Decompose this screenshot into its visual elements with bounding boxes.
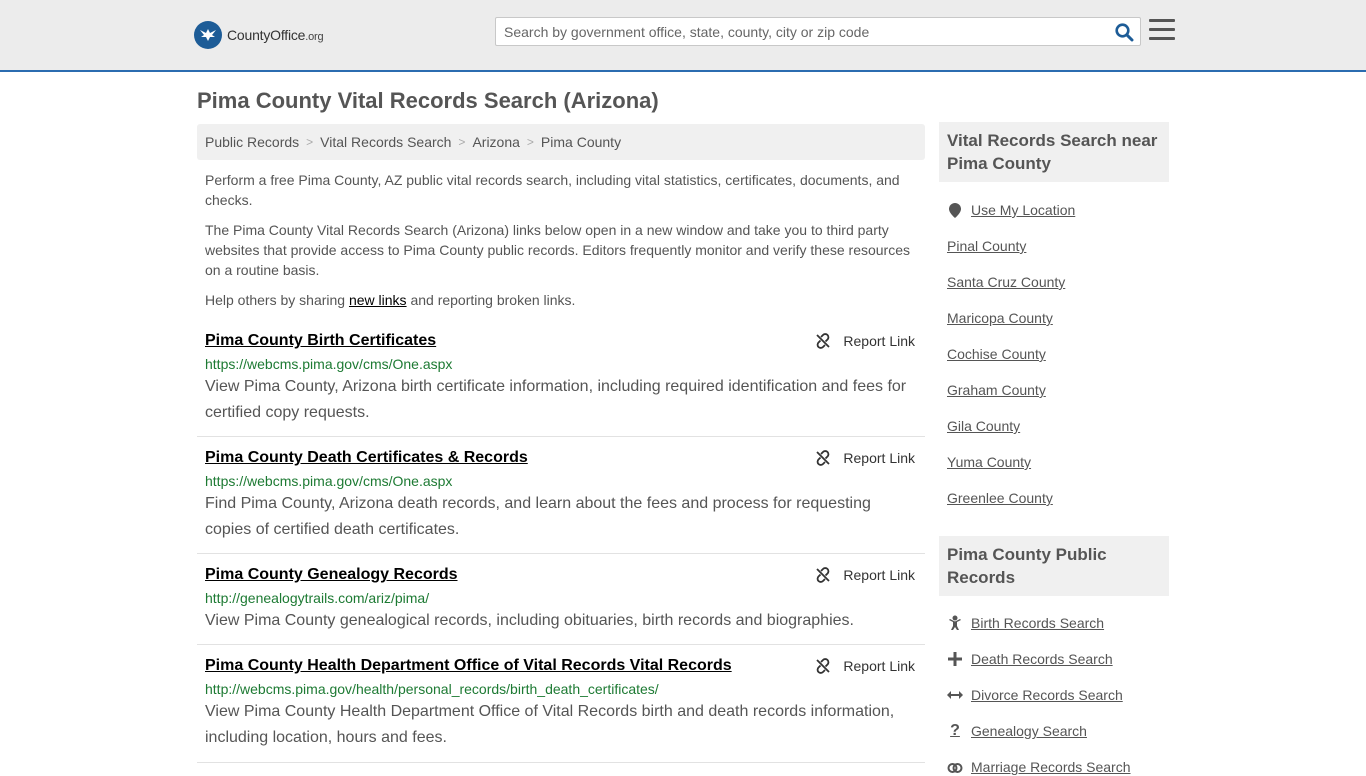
divorce-records-link[interactable]: Divorce Records Search (947, 686, 1123, 704)
new-links-link[interactable]: new links (349, 292, 407, 308)
nearby-county-link[interactable]: Gila County (947, 417, 1020, 435)
result-item: Pima County Birth Certificates Report Li… (197, 330, 925, 437)
breadcrumb-separator: > (306, 135, 314, 149)
result-url: https://webcms.pima.gov/cms/One.aspx (205, 356, 453, 372)
nearby-county-link[interactable]: Cochise County (947, 345, 1046, 363)
site-header: CountyOffice.org (0, 0, 1366, 72)
result-title-link[interactable]: Pima County Genealogy Records (205, 564, 458, 586)
genealogy-search-link[interactable]: ? Genealogy Search (947, 722, 1087, 740)
result-url: http://genealogytrails.com/ariz/pima/ (205, 590, 430, 606)
breadcrumb-separator: > (526, 135, 534, 149)
rings-icon (947, 759, 963, 775)
nearby-county-link[interactable]: Graham County (947, 381, 1046, 399)
result-description: View Pima County Health Department Offic… (205, 703, 895, 746)
use-my-location-link[interactable]: Use My Location (947, 201, 1075, 219)
disclaimer-paragraph: The Pima County Vital Records Search (Ar… (205, 222, 910, 278)
result-url: https://webcms.pima.gov/cms/One.aspx (205, 473, 453, 489)
birth-records-link[interactable]: Birth Records Search (947, 614, 1104, 632)
broken-link-icon (816, 333, 831, 349)
result-description: Find Pima County, Arizona death records,… (205, 495, 871, 538)
nearby-county-link[interactable]: Santa Cruz County (947, 273, 1065, 291)
death-records-link[interactable]: Death Records Search (947, 650, 1113, 668)
hamburger-menu-icon[interactable] (1149, 19, 1175, 43)
share-paragraph: Help others by sharing new links and rep… (205, 292, 576, 308)
result-item: Pima County Death Certificates & Records… (197, 447, 925, 554)
report-link-button[interactable]: Report Link (815, 330, 915, 352)
nearby-county-link[interactable]: Pinal County (947, 237, 1026, 255)
breadcrumb: Public Records > Vital Records Search > … (197, 124, 925, 160)
logo-text: CountyOffice.org (227, 27, 324, 43)
search-bar (495, 17, 1141, 46)
marriage-records-link[interactable]: Marriage Records Search (947, 758, 1131, 776)
site-logo[interactable]: CountyOffice.org (194, 20, 324, 50)
nearby-county-link[interactable]: Yuma County (947, 453, 1031, 471)
page-title: Pima County Vital Records Search (Arizon… (197, 88, 659, 113)
result-description: View Pima County, Arizona birth certific… (205, 378, 907, 421)
report-link-button[interactable]: Report Link (815, 564, 915, 586)
nearby-county-link[interactable]: Greenlee County (947, 489, 1053, 507)
broken-link-icon (816, 450, 831, 466)
report-link-button[interactable]: Report Link (815, 447, 915, 469)
arrows-horizontal-icon (947, 687, 963, 703)
breadcrumb-arizona[interactable]: Arizona (472, 134, 519, 150)
broken-link-icon (816, 658, 831, 674)
search-input[interactable] (496, 18, 1106, 45)
report-link-button[interactable]: Report Link (815, 655, 915, 677)
result-url: http://webcms.pima.gov/health/personal_r… (205, 681, 659, 697)
breadcrumb-public-records[interactable]: Public Records (205, 134, 299, 150)
breadcrumb-vital-records-search[interactable]: Vital Records Search (320, 134, 451, 150)
baby-icon (947, 615, 963, 631)
result-title-link[interactable]: Pima County Health Department Office of … (205, 655, 732, 677)
public-records-heading: Pima County Public Records (939, 536, 1169, 596)
result-item: Pima County Health Department Office of … (197, 655, 925, 763)
cross-icon (947, 651, 963, 667)
result-title-link[interactable]: Pima County Birth Certificates (205, 330, 436, 352)
search-icon[interactable] (1112, 21, 1136, 43)
map-pin-icon (947, 202, 963, 218)
question-icon: ? (950, 722, 960, 739)
result-title-link[interactable]: Pima County Death Certificates & Records (205, 447, 528, 469)
breadcrumb-separator: > (458, 135, 466, 149)
result-description: View Pima County genealogical records, i… (205, 612, 854, 629)
breadcrumb-pima-county[interactable]: Pima County (541, 134, 621, 150)
nearby-county-link[interactable]: Maricopa County (947, 309, 1053, 327)
nearby-heading: Vital Records Search near Pima County (939, 122, 1169, 182)
result-item: Pima County Genealogy Records Report Lin… (197, 564, 925, 645)
intro-paragraph: Perform a free Pima County, AZ public vi… (205, 172, 900, 208)
broken-link-icon (816, 567, 831, 583)
eagle-icon (194, 21, 222, 49)
